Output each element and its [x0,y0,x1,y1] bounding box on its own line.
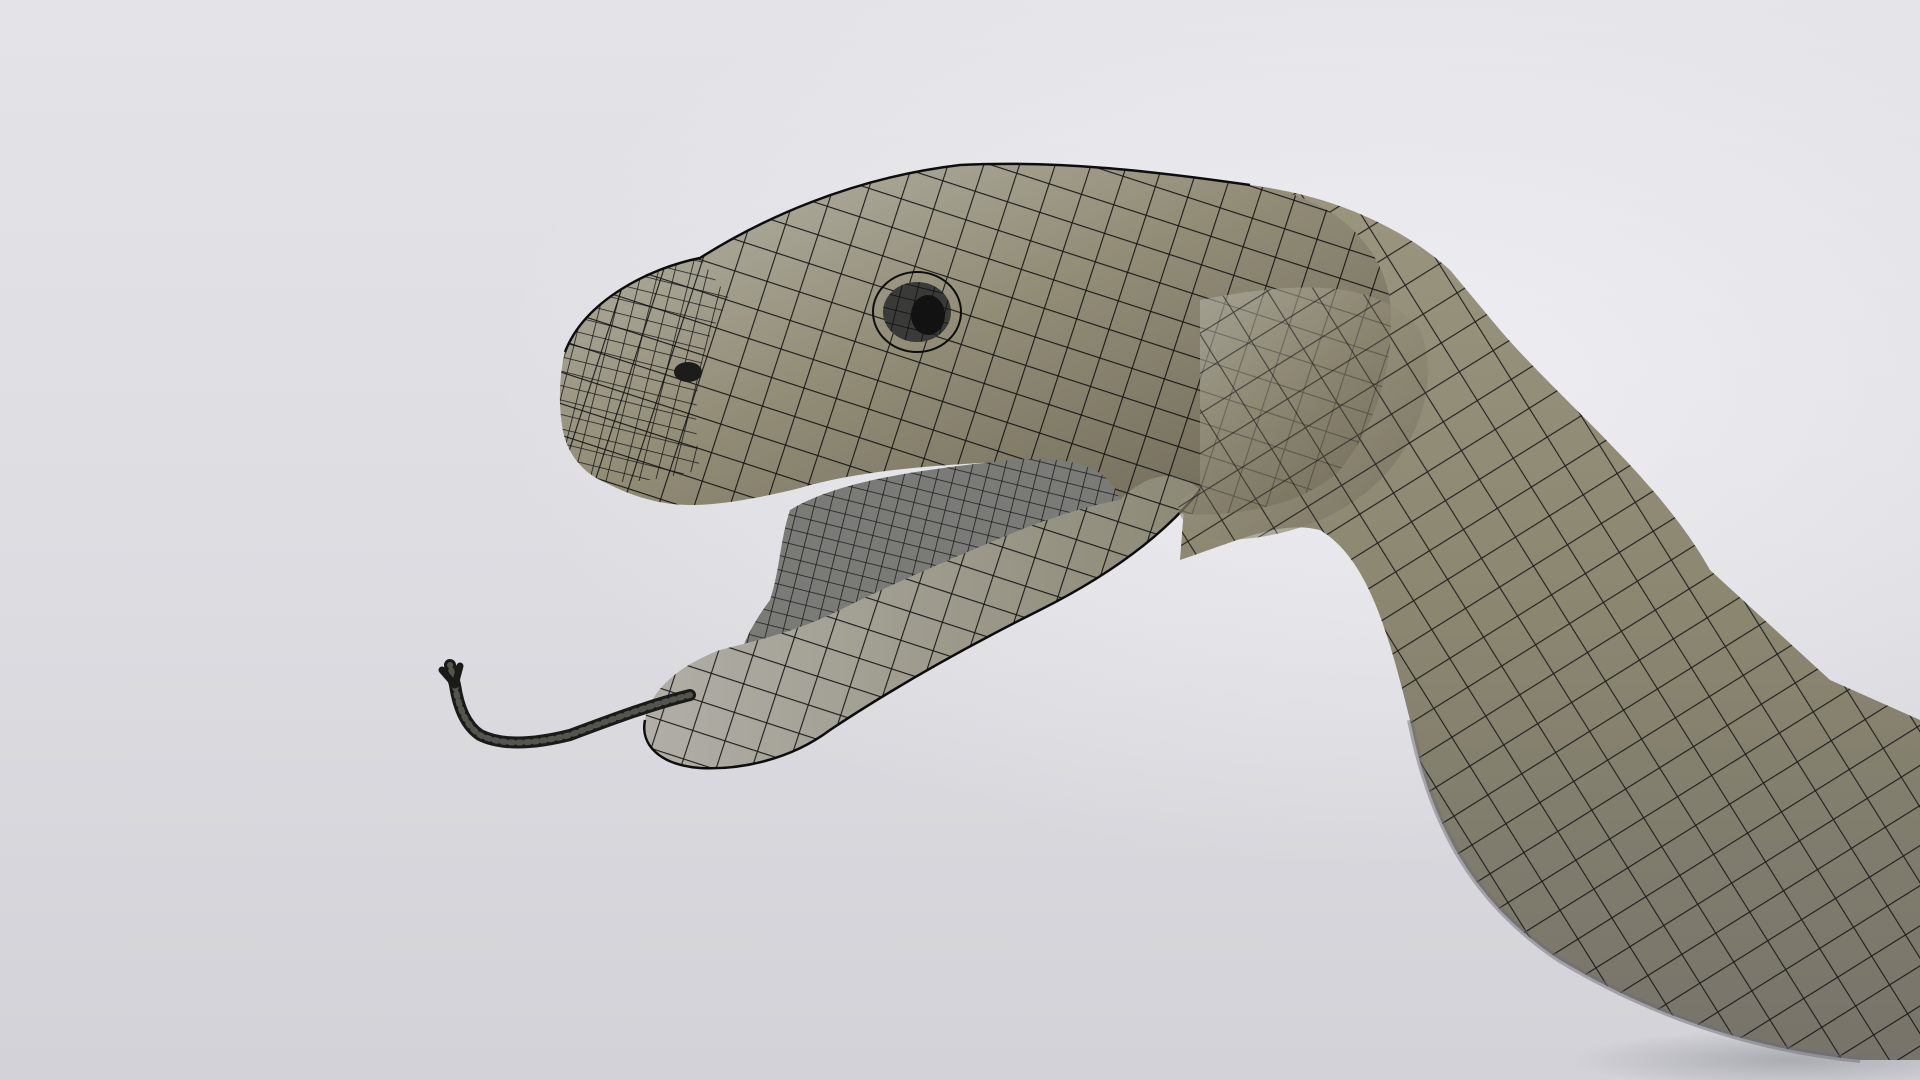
snake-eye [872,271,962,353]
snake-render [438,162,1920,1080]
snake-nostril [674,362,702,382]
render-viewport [0,0,1920,1080]
